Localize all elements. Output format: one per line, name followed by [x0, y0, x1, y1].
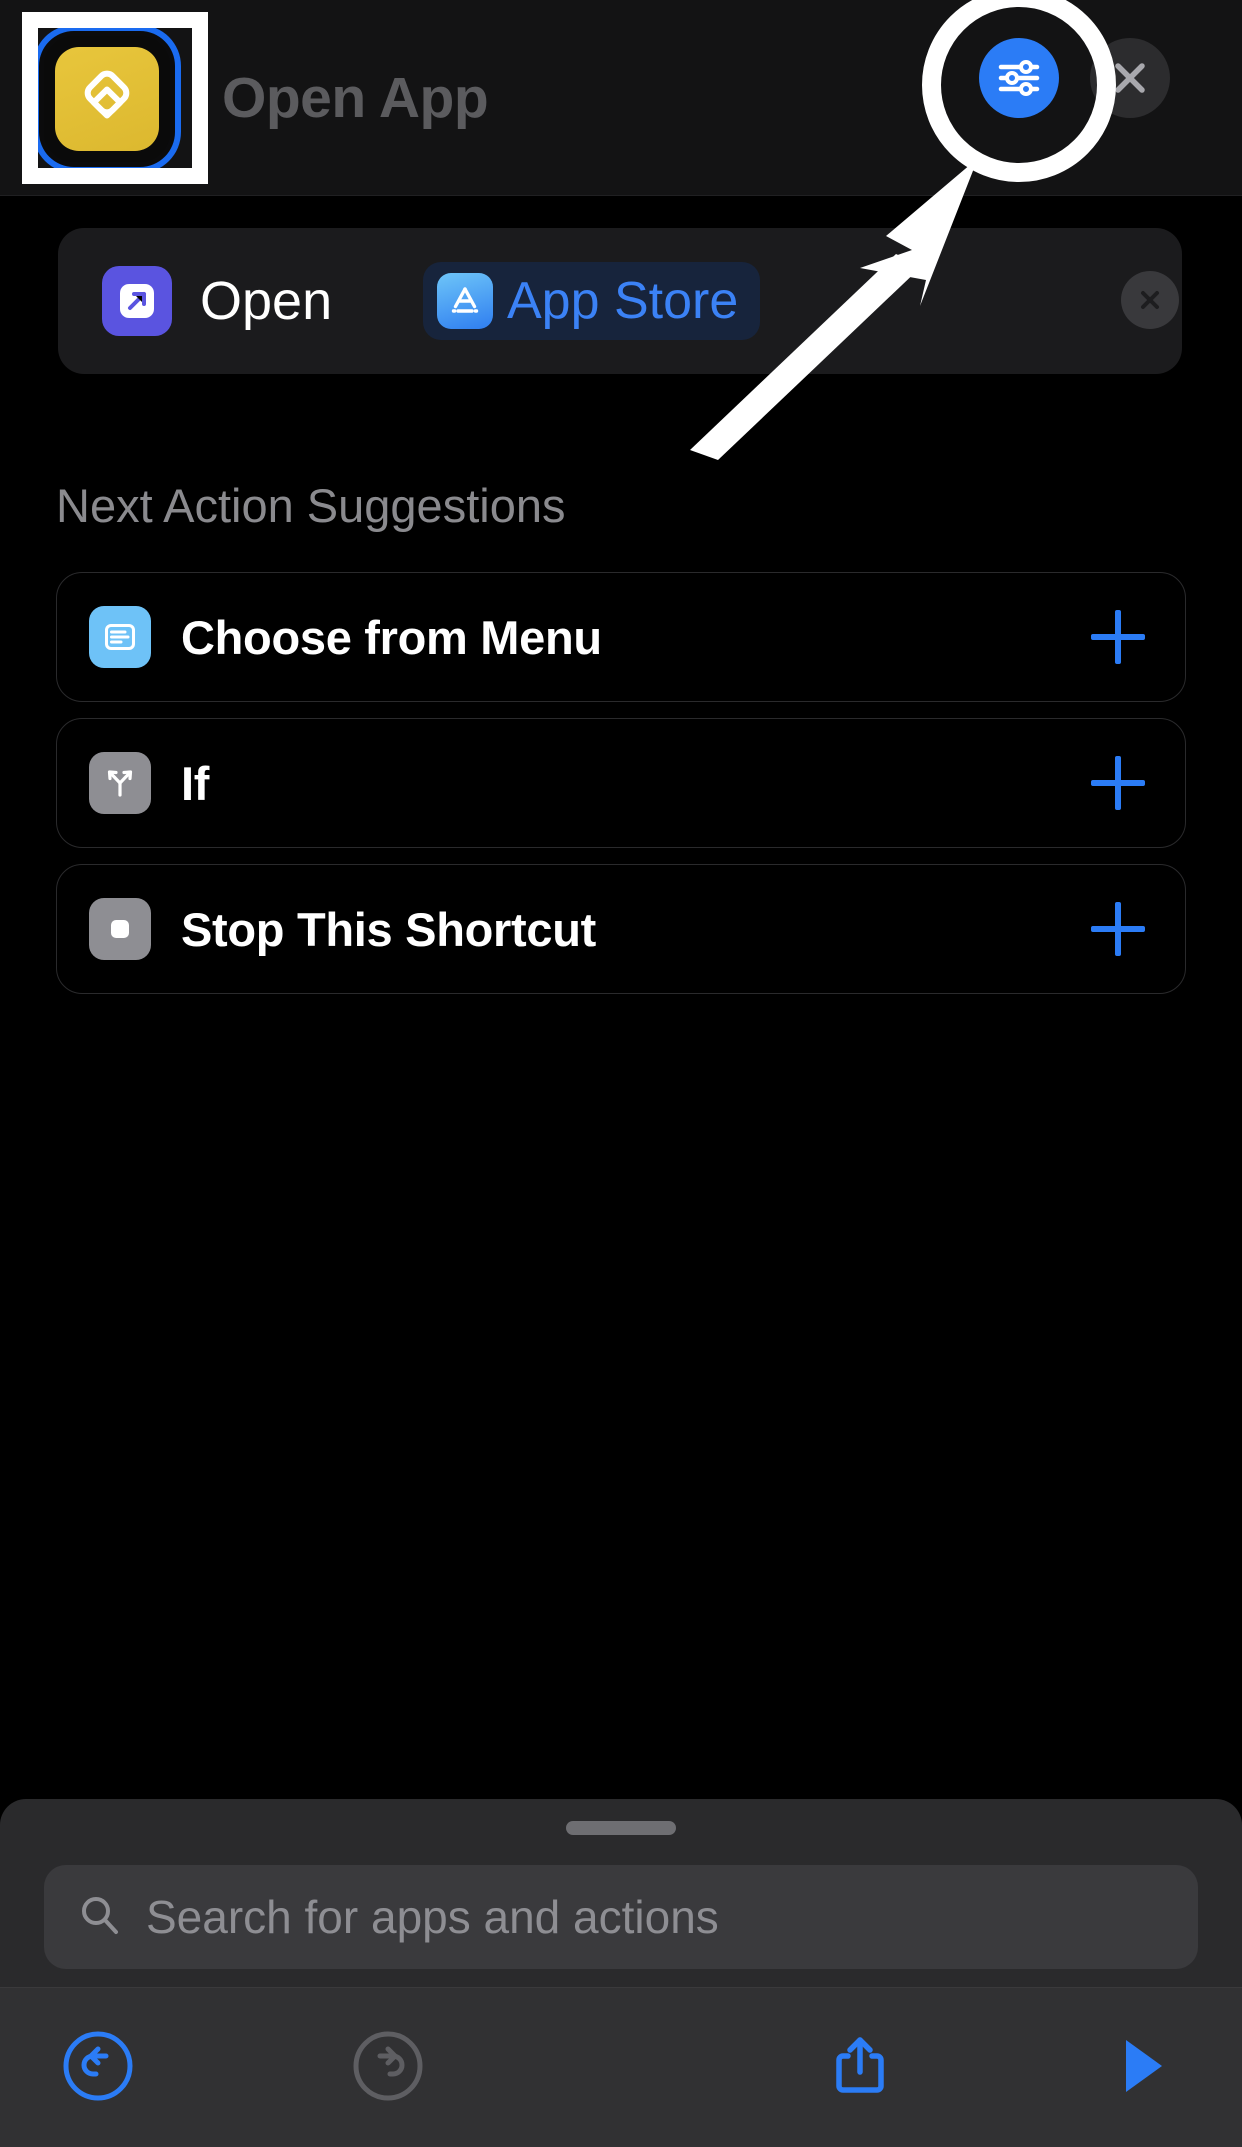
shortcuts-stacked-layers-icon	[55, 47, 159, 151]
add-action-button[interactable]	[1091, 902, 1145, 956]
list-item[interactable]: Choose from Menu	[56, 572, 1186, 702]
close-button[interactable]	[1090, 38, 1170, 118]
close-x-icon	[1115, 63, 1145, 93]
add-action-button[interactable]	[1091, 756, 1145, 810]
stop-square-icon	[89, 898, 151, 960]
action-parameter-app-store[interactable]: App Store	[423, 262, 761, 340]
list-item[interactable]: If	[56, 718, 1186, 848]
undo-button[interactable]	[50, 2018, 146, 2114]
shortcut-settings-button[interactable]	[979, 38, 1059, 118]
list-item-label: Stop This Shortcut	[181, 902, 596, 956]
play-button[interactable]	[1092, 2018, 1188, 2114]
editor-toolbar	[0, 1987, 1242, 2147]
shortcuts-editor-screen: Open App Open App Store Next Action Sugg…	[0, 0, 1242, 2147]
undo-arrow-icon	[63, 2031, 133, 2101]
page-title: Open App	[222, 66, 489, 130]
redo-button	[340, 2018, 436, 2114]
share-upload-icon	[836, 2037, 884, 2093]
branch-fork-icon	[89, 752, 151, 814]
sliders-settings-icon	[998, 60, 1040, 96]
search-placeholder-text: Search for apps and actions	[146, 1891, 719, 1943]
search-input[interactable]: Search for apps and actions	[44, 1865, 1198, 1969]
play-triangle-icon	[1126, 2040, 1162, 2092]
action-verb: Open	[200, 271, 333, 331]
sheet-grabber-handle[interactable]	[566, 1821, 676, 1835]
action-search-sheet: Search for apps and actions	[0, 1799, 1242, 1987]
search-magnifier-icon	[76, 1891, 124, 1944]
shortcut-action-card[interactable]: Open App Store	[58, 228, 1182, 374]
suggestions-list: Choose from Menu If Stop This Shortcut	[56, 572, 1186, 1010]
menu-list-icon	[89, 606, 151, 668]
remove-x-icon	[1141, 291, 1159, 309]
list-item-label: Choose from Menu	[181, 610, 602, 664]
remove-action-button[interactable]	[1121, 271, 1179, 329]
list-item-label: If	[181, 756, 210, 810]
next-action-suggestions-heading: Next Action Suggestions	[56, 479, 566, 532]
share-button[interactable]	[812, 2018, 908, 2114]
add-action-button[interactable]	[1091, 610, 1145, 664]
shortcut-app-icon-button[interactable]	[44, 36, 170, 162]
navigation-bar: Open App	[0, 0, 1242, 196]
redo-arrow-icon	[353, 2031, 423, 2101]
action-parameter-label: App Store	[507, 272, 739, 330]
open-app-arrow-icon	[102, 266, 172, 336]
list-item[interactable]: Stop This Shortcut	[56, 864, 1186, 994]
app-store-icon	[437, 273, 493, 329]
